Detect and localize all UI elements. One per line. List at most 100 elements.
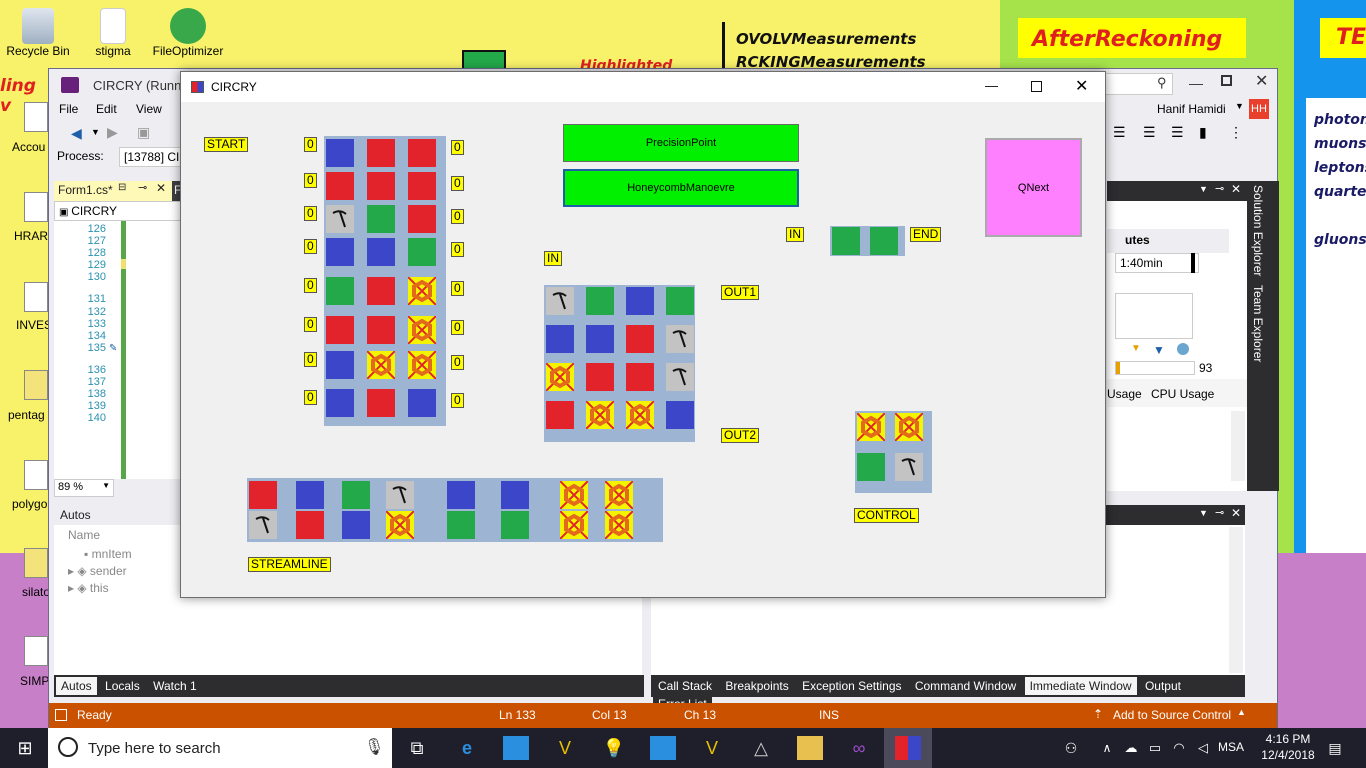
vs-minimize-button[interactable]: — — [1189, 75, 1203, 91]
chevron-down-icon[interactable]: ▼ — [1199, 184, 1208, 194]
pin-icon[interactable]: ⊸ — [1215, 182, 1224, 195]
red-cell[interactable] — [326, 316, 354, 344]
tab-call-stack[interactable]: Call Stack — [653, 677, 718, 695]
red-cell[interactable] — [367, 277, 395, 305]
blue-cell[interactable] — [626, 287, 654, 315]
task-view-icon[interactable]: ⧉ — [404, 736, 430, 760]
app-pinned-icon[interactable]: V — [552, 736, 578, 760]
input-language[interactable]: MSA — [1218, 740, 1244, 754]
tab-immediate-window[interactable]: Immediate Window — [1024, 677, 1137, 695]
blue-cell[interactable] — [501, 481, 529, 509]
pickaxe-cell[interactable] — [326, 205, 354, 233]
desktop-icon-simp[interactable]: SIMP — [20, 674, 49, 688]
cloud-icon[interactable]: ☁ — [1118, 736, 1144, 760]
hexagon-cell[interactable] — [856, 412, 886, 442]
wifi-icon[interactable]: ◠ — [1166, 736, 1192, 760]
green-cell[interactable] — [367, 205, 395, 233]
form-minimize-button[interactable]: — — [985, 78, 998, 93]
pickaxe-cell[interactable] — [249, 511, 277, 539]
visual-studio-icon[interactable]: ∞ — [846, 736, 872, 760]
vs-user-name[interactable]: Hanif Hamidi — [1157, 102, 1226, 116]
clock-date[interactable]: 12/4/2018 — [1258, 748, 1318, 762]
taskbar-search-box[interactable]: Type here to search 🎙 — [48, 728, 392, 768]
toolbar-format-icon[interactable]: ☰ — [1113, 124, 1126, 141]
lightbulb-icon[interactable]: 💡 — [601, 736, 627, 760]
side-tab-team-explorer[interactable]: Team Explorer — [1251, 285, 1265, 362]
qnext-button[interactable]: QNext — [985, 138, 1082, 237]
desktop-icon-polygo[interactable]: polygo — [12, 497, 47, 511]
clock-time[interactable]: 4:16 PM — [1262, 732, 1314, 746]
hexagon-cell[interactable] — [407, 276, 437, 306]
desktop-icon-inves[interactable]: INVES — [16, 318, 52, 332]
hexagon-cell[interactable] — [894, 412, 924, 442]
code-editor[interactable]: 126 127 128 129 130 131 132 133 134 135 136 137 138 1… — [54, 221, 182, 479]
desktop-icon-stigma[interactable]: stigma — [80, 8, 146, 58]
desktop-icon-silato[interactable]: silato — [22, 585, 50, 599]
green-cell[interactable] — [666, 287, 694, 315]
menu-edit[interactable]: Edit — [96, 102, 117, 116]
close-icon[interactable]: ✕ — [1231, 506, 1241, 520]
notification-icon[interactable]: ▤ — [1322, 736, 1348, 760]
blue-cell[interactable] — [367, 238, 395, 266]
circry-app-icon[interactable] — [895, 736, 921, 760]
side-tab-solution-explorer[interactable]: Solution Explorer — [1251, 185, 1265, 276]
menu-file[interactable]: File — [59, 102, 78, 116]
autos-row[interactable]: ▪ mnItem — [84, 547, 132, 561]
honeycomb-manoevre-button[interactable]: HoneycombManoevre — [563, 169, 799, 207]
green-cell[interactable] — [342, 481, 370, 509]
scrollbar[interactable] — [1229, 527, 1243, 673]
class-dropdown[interactable]: ▣ CIRCRY — [54, 201, 182, 221]
blue-cell[interactable] — [447, 481, 475, 509]
red-cell[interactable] — [408, 172, 436, 200]
pin-icon[interactable]: ⊟ — [118, 182, 126, 193]
autos-row[interactable]: ▸ ◈ this — [68, 581, 109, 595]
blue-cell[interactable] — [326, 351, 354, 379]
close-icon[interactable]: ✕ — [156, 181, 166, 195]
green-cell[interactable] — [586, 287, 614, 315]
red-cell[interactable] — [626, 363, 654, 391]
green-cell[interactable] — [501, 511, 529, 539]
tab-form1-cs[interactable]: Form1.cs* ⊟ ⊸ ✕ — [54, 181, 172, 201]
status-add-to-source-control[interactable]: Add to Source Control — [1113, 708, 1231, 722]
red-cell[interactable] — [367, 172, 395, 200]
precision-point-button[interactable]: PrecisionPoint — [563, 124, 799, 162]
hexagon-cell[interactable] — [385, 510, 415, 540]
toolbar-outdent-icon[interactable]: ☰ — [1171, 124, 1184, 141]
tab-watch-1[interactable]: Watch 1 — [148, 677, 202, 695]
red-cell[interactable] — [626, 325, 654, 353]
desktop-icon-recycle-bin[interactable]: Recycle Bin — [2, 8, 74, 58]
red-cell[interactable] — [296, 511, 324, 539]
hexagon-cell[interactable] — [559, 510, 589, 540]
hexagon-cell[interactable] — [625, 400, 655, 430]
hexagon-cell[interactable] — [604, 480, 634, 510]
green-cell[interactable] — [870, 227, 898, 255]
green-cell[interactable] — [408, 238, 436, 266]
blue-cell[interactable] — [586, 325, 614, 353]
app-pinned-icon[interactable]: V — [699, 736, 725, 760]
red-cell[interactable] — [249, 481, 277, 509]
new-project-icon[interactable]: ▣ — [137, 124, 150, 141]
chevron-down-icon[interactable]: ▼ — [91, 127, 100, 137]
app-pinned-icon[interactable]: △ — [748, 736, 774, 760]
hexagon-cell[interactable] — [366, 350, 396, 380]
tab-autos[interactable]: Autos — [56, 677, 97, 695]
green-cell[interactable] — [832, 227, 860, 255]
hexagon-cell[interactable] — [585, 400, 615, 430]
edge-icon[interactable]: e — [454, 736, 480, 760]
desktop-icon-hrar[interactable]: HRAR — [14, 229, 48, 243]
people-icon[interactable]: ⚇ — [1058, 736, 1084, 760]
comment-icon[interactable]: ⋮ — [1229, 124, 1243, 141]
pin-icon[interactable]: ⊸ — [138, 181, 147, 194]
red-cell[interactable] — [586, 363, 614, 391]
hexagon-cell[interactable] — [407, 315, 437, 345]
zoom-dropdown[interactable]: 89 % ▼ — [54, 479, 114, 497]
bookmark-icon[interactable]: ▮ — [1199, 124, 1207, 141]
tab-memory-usage[interactable]: Usage — [1107, 387, 1142, 401]
blue-cell[interactable] — [342, 511, 370, 539]
back-icon[interactable]: ◀ — [71, 125, 82, 142]
chevron-down-icon[interactable]: ▼ — [1199, 508, 1208, 518]
volume-icon[interactable]: ◁ — [1190, 736, 1216, 760]
green-cell[interactable] — [857, 453, 885, 481]
file-explorer-icon[interactable] — [797, 736, 823, 760]
red-cell[interactable] — [367, 389, 395, 417]
